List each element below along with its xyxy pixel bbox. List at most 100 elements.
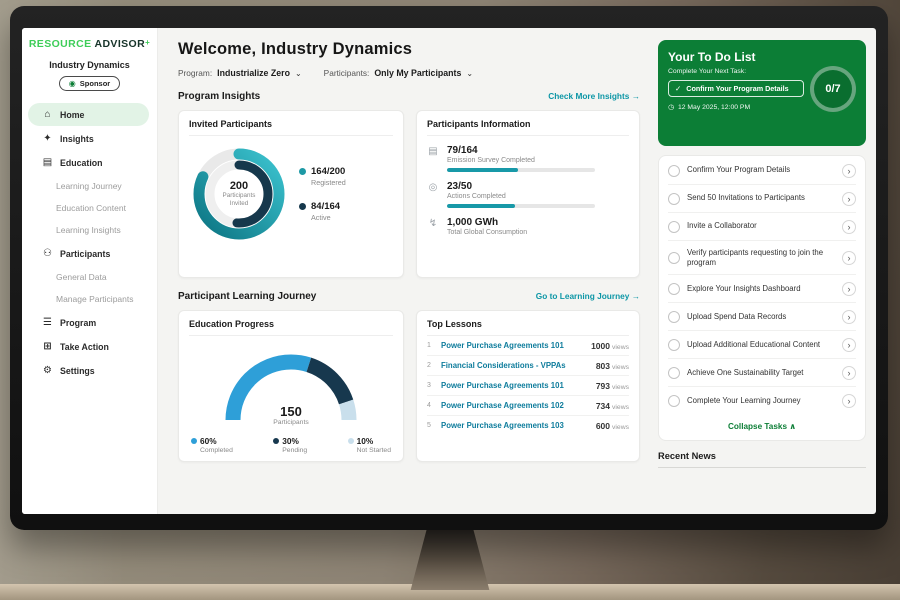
chevron-right-icon[interactable]: ›: [842, 192, 856, 206]
task-label: Verify participants requesting to join t…: [687, 248, 835, 268]
sidebar-item-home[interactable]: ⌂ Home: [28, 103, 149, 126]
lesson-rank: 5: [427, 422, 435, 429]
arrow-right-icon: →: [632, 91, 640, 101]
gauge-center-label: Participants: [216, 419, 366, 426]
task-row[interactable]: Explore Your Insights Dashboard ›: [668, 275, 856, 303]
section-title: Program Insights: [178, 91, 260, 102]
sidebar-item-learning-insights[interactable]: Learning Insights: [22, 219, 157, 241]
legend-value: 60%: [200, 436, 217, 446]
sidebar-item-learning-journey[interactable]: Learning Journey: [22, 175, 157, 197]
lesson-rank: 4: [427, 402, 435, 409]
task-row[interactable]: Confirm Your Program Details ›: [668, 157, 856, 185]
task-checkbox[interactable]: [668, 221, 680, 233]
task-checkbox[interactable]: [668, 339, 680, 351]
check-more-insights-link[interactable]: Check More Insights →: [548, 91, 640, 101]
task-row[interactable]: Invite a Collaborator ›: [668, 213, 856, 241]
sidebar-item-insights[interactable]: ✦ Insights: [28, 127, 149, 150]
sponsor-icon: ◉: [69, 79, 76, 88]
collapse-tasks-link[interactable]: Collapse Tasks ∧: [668, 414, 856, 439]
gauge-center-value: 150: [216, 404, 366, 419]
task-checkbox[interactable]: [668, 311, 680, 323]
todo-title: Your To Do List: [668, 50, 856, 64]
chevron-right-icon[interactable]: ›: [842, 366, 856, 380]
chevron-right-icon[interactable]: ›: [842, 251, 856, 265]
task-checkbox[interactable]: [668, 252, 680, 264]
task-checkbox[interactable]: [668, 395, 680, 407]
task-checkbox[interactable]: [668, 165, 680, 177]
sidebar-item-label: Education: [60, 158, 103, 168]
go-to-learning-journey-link[interactable]: Go to Learning Journey →: [536, 291, 640, 301]
sidebar-item-general-data[interactable]: General Data: [22, 266, 157, 288]
logo-plus: +: [145, 38, 150, 47]
sidebar-item-education-content[interactable]: Education Content: [22, 197, 157, 219]
page-title: Welcome, Industry Dynamics: [178, 40, 640, 59]
sidebar-item-settings[interactable]: ⚙ Settings: [28, 359, 149, 382]
learning-journey-header: Participant Learning Journey Go to Learn…: [178, 291, 640, 302]
todo-summary-card: Your To Do List Complete Your Next Task:…: [658, 40, 866, 146]
lesson-row: 2 Financial Considerations - VPPAs 803vi…: [427, 356, 629, 376]
task-row[interactable]: Complete Your Learning Journey ›: [668, 387, 856, 414]
legend-dot: [299, 168, 306, 175]
todo-panel: Your To Do List Complete Your Next Task:…: [654, 28, 876, 514]
monitor-stand: [368, 528, 532, 590]
home-icon: ⌂: [42, 109, 53, 120]
lesson-title-link[interactable]: Power Purchase Agreements 101: [441, 341, 585, 350]
sidebar-item-education[interactable]: ▤ Education: [28, 151, 149, 174]
donut-center-label: Participants Invited: [216, 192, 262, 208]
sidebar-nav: ⌂ Home ✦ Insights ▤ Education Learning J…: [22, 103, 157, 382]
task-row[interactable]: Verify participants requesting to join t…: [668, 241, 856, 275]
survey-icon: ▤: [427, 146, 439, 172]
task-row[interactable]: Upload Additional Educational Content ›: [668, 331, 856, 359]
sidebar-item-program[interactable]: ☰ Program: [28, 311, 149, 334]
main-content: Welcome, Industry Dynamics Program: Indu…: [158, 28, 654, 514]
program-filter-value[interactable]: Industrialize Zero: [217, 68, 290, 78]
task-row[interactable]: Upload Spend Data Records ›: [668, 303, 856, 331]
lesson-title-link[interactable]: Power Purchase Agreements 102: [441, 401, 590, 410]
chevron-right-icon[interactable]: ›: [842, 394, 856, 408]
todo-next-task[interactable]: ✓ Confirm Your Program Details: [668, 80, 804, 97]
task-label: Send 50 Invitations to Participants: [687, 193, 835, 203]
legend-dot: [299, 203, 306, 210]
sidebar-item-participants[interactable]: ⚇ Participants: [28, 242, 149, 265]
task-row[interactable]: Send 50 Invitations to Participants ›: [668, 185, 856, 213]
participants-filter: Participants: Only My Participants ⌄: [324, 68, 473, 78]
lesson-title-link[interactable]: Power Purchase Agreements 101: [441, 381, 590, 390]
task-checkbox[interactable]: [668, 193, 680, 205]
legend-dot: [273, 438, 279, 444]
chevron-right-icon[interactable]: ›: [842, 220, 856, 234]
arrow-right-icon: →: [632, 291, 640, 301]
chevron-right-icon[interactable]: ›: [842, 310, 856, 324]
lesson-title-link[interactable]: Power Purchase Agreements 103: [441, 421, 590, 430]
sponsor-badge[interactable]: ◉ Sponsor: [59, 76, 120, 91]
lesson-views: 734views: [596, 401, 629, 411]
sidebar-item-manage-participants[interactable]: Manage Participants: [22, 288, 157, 310]
logo-resource: RESOURCE: [29, 38, 92, 50]
app-window: RESOURCE ADVISOR+ Industry Dynamics ◉ Sp…: [22, 28, 876, 514]
chevron-down-icon[interactable]: ⌄: [466, 69, 473, 78]
lesson-row: 5 Power Purchase Agreements 103 600views: [427, 416, 629, 435]
sidebar-item-take-action[interactable]: ⊞ Take Action: [28, 335, 149, 358]
chevron-down-icon[interactable]: ⌄: [295, 69, 302, 78]
chevron-right-icon[interactable]: ›: [842, 282, 856, 296]
task-row[interactable]: Achieve One Sustainability Target ›: [668, 359, 856, 387]
task-label: Complete Your Learning Journey: [687, 396, 835, 406]
chevron-right-icon[interactable]: ›: [842, 338, 856, 352]
card-title: Participants Information: [427, 119, 629, 136]
gear-icon: ⚙: [42, 365, 53, 376]
sidebar-item-label: Settings: [60, 366, 95, 376]
section-title: Participant Learning Journey: [178, 291, 316, 302]
gauge-legend: 60% Completed 30% Pending 10% Not Starte…: [189, 436, 393, 454]
lesson-row: 4 Power Purchase Agreements 102 734views: [427, 396, 629, 416]
participants-filter-value[interactable]: Only My Participants: [374, 68, 461, 78]
stat-label: Emission Survey Completed: [447, 157, 595, 164]
link-label: Check More Insights: [548, 91, 629, 101]
progress-track: [447, 168, 595, 172]
lesson-title-link[interactable]: Financial Considerations - VPPAs: [441, 361, 590, 370]
task-checkbox[interactable]: [668, 367, 680, 379]
stat-emission-survey: ▤ 79/164 Emission Survey Completed: [427, 145, 629, 172]
task-checkbox[interactable]: [668, 283, 680, 295]
lesson-views: 793views: [596, 381, 629, 391]
legend-dot: [191, 438, 197, 444]
sidebar-item-label: Home: [60, 110, 84, 120]
chevron-right-icon[interactable]: ›: [842, 164, 856, 178]
